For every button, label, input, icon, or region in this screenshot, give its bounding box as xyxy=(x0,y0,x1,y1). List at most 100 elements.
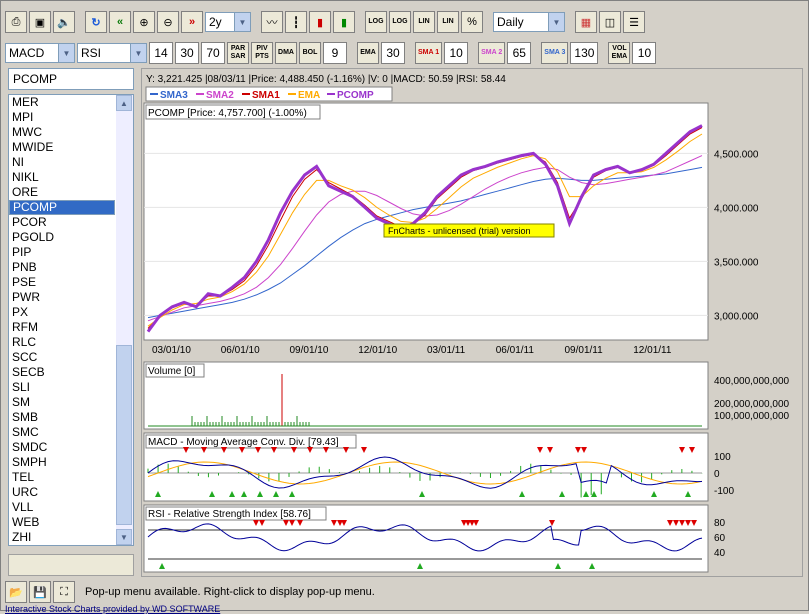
symbol-item[interactable]: SECB xyxy=(9,365,115,380)
fullscreen-button[interactable]: ⛶ xyxy=(53,581,75,603)
symbol-item[interactable]: VLL xyxy=(9,500,115,515)
forward-button[interactable]: » xyxy=(181,11,203,33)
ema-label: EMA xyxy=(360,49,376,56)
sound-button[interactable]: 🔈 xyxy=(53,11,75,33)
macd-fast-input[interactable]: 14 xyxy=(149,42,173,64)
symbol-item[interactable]: PNB xyxy=(9,260,115,275)
x-tick: 09/01/11 xyxy=(565,345,604,356)
window-button[interactable]: ▣ xyxy=(29,11,51,33)
chart-area[interactable]: Y: 3,221.425 |08/03/11 |Price: 4,488.450… xyxy=(141,68,803,577)
zoom-out-button[interactable]: ⊖ xyxy=(157,11,179,33)
lin-button[interactable]: LIN xyxy=(413,11,435,33)
symbol-item[interactable]: SMDC xyxy=(9,440,115,455)
symbol-item[interactable]: SCC xyxy=(9,350,115,365)
bol-input[interactable]: 9 xyxy=(323,42,347,64)
vol-ema-button[interactable]: VOL EMA xyxy=(608,42,631,64)
zoom-in-button[interactable]: ⊕ xyxy=(133,11,155,33)
symbol-item[interactable]: ZHI xyxy=(9,530,115,545)
chart-svg[interactable]: Y: 3,221.425 |08/03/11 |Price: 4,488.450… xyxy=(142,69,802,576)
symbol-item[interactable]: NI xyxy=(9,155,115,170)
symbol-item[interactable]: NIKL xyxy=(9,170,115,185)
bar-chart-button[interactable]: ┇ xyxy=(285,11,307,33)
lin-pct-label: LIN xyxy=(442,18,454,25)
sma3-input[interactable]: 130 xyxy=(570,42,599,64)
macd-slow-input[interactable]: 30 xyxy=(175,42,199,64)
legend-item: EMA xyxy=(298,90,320,101)
symbol-item[interactable]: MPI xyxy=(9,110,115,125)
symbol-item[interactable]: RLC xyxy=(9,335,115,350)
print-icon: ⎙ xyxy=(11,15,21,28)
symbol-item[interactable]: WEB xyxy=(9,515,115,530)
macd-y-axis: 100 0 -100 xyxy=(714,452,734,497)
refresh-button[interactable]: ↻ xyxy=(85,11,107,33)
list-view-button[interactable]: ☰ xyxy=(623,11,645,33)
ema-input[interactable]: 30 xyxy=(381,42,405,64)
scroll-up-icon[interactable]: ▲ xyxy=(116,95,132,111)
sma3-label: SMA 3 xyxy=(544,49,566,56)
lin-pct-button[interactable]: LIN xyxy=(437,11,459,33)
line-chart-button[interactable]: 〰 xyxy=(261,11,283,33)
vol-ema-input[interactable]: 10 xyxy=(632,42,657,64)
symbol-item[interactable]: PX xyxy=(9,305,115,320)
dma-button[interactable]: DMA xyxy=(275,42,297,64)
period-select[interactable]: 2y ▼ xyxy=(205,12,251,32)
ema-button[interactable]: EMA xyxy=(357,42,379,64)
rewind-icon: « xyxy=(116,16,124,28)
symbol-item[interactable]: SM xyxy=(9,395,115,410)
log-pct-button[interactable]: LOG xyxy=(389,11,411,33)
x-tick: 03/01/10 xyxy=(152,345,191,356)
symbol-item[interactable]: PWR xyxy=(9,290,115,305)
volume-y-axis: 100,000,000,000200,000,000,000 400,000,00… xyxy=(714,376,790,422)
print-button[interactable]: ⎙ xyxy=(5,11,27,33)
candle-chart-2-button[interactable]: ▮ xyxy=(333,11,355,33)
symbol-item[interactable]: ORE xyxy=(9,185,115,200)
symbol-item[interactable]: PGOLD xyxy=(9,230,115,245)
symbol-item[interactable]: TEL xyxy=(9,470,115,485)
par-sar-button[interactable]: PAR SAR xyxy=(227,42,249,64)
symbol-item[interactable]: PSE xyxy=(9,275,115,290)
save-button[interactable]: 💾 xyxy=(29,581,51,603)
chart-view-button[interactable]: ◫ xyxy=(599,11,621,33)
volume-pane[interactable] xyxy=(143,361,709,430)
indicator1-select[interactable]: MACD ▼ xyxy=(5,43,75,63)
scroll-down-icon[interactable]: ▼ xyxy=(116,529,132,545)
symbol-item[interactable]: PIP xyxy=(9,245,115,260)
symbol-item[interactable]: URC xyxy=(9,485,115,500)
macd-signal-input[interactable]: 70 xyxy=(201,42,225,64)
bol-button[interactable]: BOL xyxy=(299,42,321,64)
symbol-item[interactable]: MER xyxy=(9,95,115,110)
symbol-item[interactable]: SLI xyxy=(9,380,115,395)
symbol-item[interactable]: RFM xyxy=(9,320,115,335)
candle-chart-button[interactable]: ▮ xyxy=(309,11,331,33)
symbol-list[interactable]: MER MPI MWC MWIDE NI NIKL ORE PCOMP PCOR PGOLD PIP… xyxy=(8,94,134,546)
interval-select[interactable]: Daily ▼ xyxy=(493,12,565,32)
colors-button[interactable]: ▦ xyxy=(575,11,597,33)
symbol-item[interactable]: MWIDE xyxy=(9,140,115,155)
indicator1-value: MACD xyxy=(9,46,45,60)
piv-pts-button[interactable]: PIV PTS xyxy=(251,42,273,64)
percent-button[interactable]: % xyxy=(461,11,483,33)
sma2-button[interactable]: SMA 2 xyxy=(478,42,506,64)
symbol-list-scrollbar[interactable]: ▲ ▼ xyxy=(116,95,133,545)
rsi-y-axis: 80 60 40 xyxy=(714,518,726,559)
price-pane[interactable] xyxy=(143,102,709,341)
log-button[interactable]: LOG xyxy=(365,11,387,33)
open-button[interactable]: 📂 xyxy=(5,581,27,603)
rsi-y-tick: 60 xyxy=(714,533,726,544)
volume-label: Volume [0] xyxy=(148,366,195,377)
symbol-item[interactable]: MWC xyxy=(9,125,115,140)
symbol-item[interactable]: PCOMP xyxy=(9,200,115,215)
sma1-input[interactable]: 10 xyxy=(444,42,469,64)
symbol-input[interactable]: PCOMP xyxy=(8,68,134,90)
sma3-button[interactable]: SMA 3 xyxy=(541,42,569,64)
sma2-input[interactable]: 65 xyxy=(507,42,532,64)
symbol-item[interactable]: PCOR xyxy=(9,215,115,230)
symbol-item[interactable]: SMC xyxy=(9,425,115,440)
indicator2-select[interactable]: RSI ▼ xyxy=(77,43,147,63)
sma1-button[interactable]: SMA 1 xyxy=(415,42,443,64)
scroll-thumb[interactable] xyxy=(116,345,132,525)
symbol-item[interactable]: SMB xyxy=(9,410,115,425)
footer-link[interactable]: Interactive Stock Charts provided by WD … xyxy=(5,604,220,614)
symbol-item[interactable]: SMPH xyxy=(9,455,115,470)
rewind-button[interactable]: « xyxy=(109,11,131,33)
